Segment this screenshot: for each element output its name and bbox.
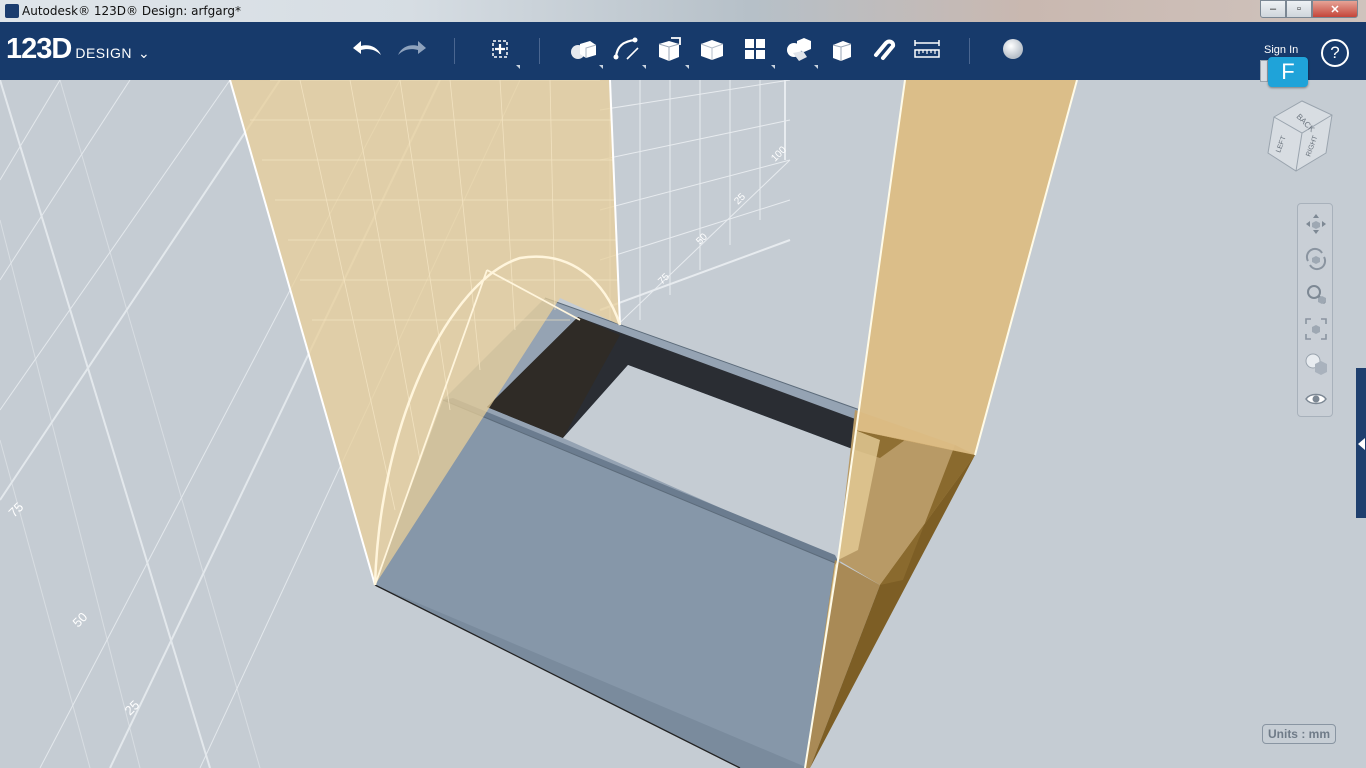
grouping-button[interactable]	[780, 31, 818, 69]
submenu-arrow-icon	[599, 65, 603, 69]
sketch-button[interactable]	[608, 31, 646, 69]
orbit-icon[interactable]	[1302, 245, 1330, 273]
units-indicator[interactable]: Units : mm	[1262, 724, 1336, 744]
app-menu-button[interactable]: 123D DESIGN ⌄	[6, 33, 150, 66]
chevron-down-icon: ⌄	[138, 45, 150, 61]
undo-arrow-icon	[353, 41, 381, 55]
material-button[interactable]	[995, 31, 1031, 67]
grid-label: 50	[70, 609, 91, 630]
close-button[interactable]: ✕	[1312, 0, 1358, 18]
window-title: Autodesk® 123D® Design: arfgarg*	[22, 4, 241, 18]
pattern-grid-icon	[745, 39, 765, 59]
submenu-arrow-icon	[642, 65, 646, 69]
pattern-button[interactable]	[737, 31, 775, 69]
ruler-icon	[914, 40, 940, 58]
primitive-shapes-icon	[571, 41, 597, 59]
combine-button[interactable]	[823, 31, 859, 67]
construct-button[interactable]	[651, 31, 689, 69]
submenu-arrow-icon	[814, 65, 818, 69]
modify-cube-icon	[700, 40, 724, 60]
redo-arrow-icon	[398, 41, 426, 55]
measure-button[interactable]	[909, 31, 945, 67]
sketch-curve-icon	[613, 37, 639, 60]
view-cube[interactable]: BACK LEFT RIGHT	[1266, 95, 1338, 177]
toolbar-separator	[969, 38, 970, 64]
snap-button[interactable]	[866, 31, 902, 67]
fusion-tab	[1260, 60, 1268, 82]
combine-icon	[832, 41, 852, 61]
minimize-button[interactable]: ‒	[1260, 0, 1286, 18]
grid-label: 75	[6, 499, 27, 520]
grid-label: 25	[122, 697, 143, 718]
logo-word: DESIGN	[75, 45, 133, 61]
app-icon	[5, 4, 19, 18]
visibility-shading-icon[interactable]	[1302, 350, 1330, 378]
submenu-arrow-icon	[516, 65, 520, 69]
eye-icon[interactable]	[1302, 385, 1330, 413]
snap-magnet-icon	[874, 39, 896, 60]
logo-number: 123D	[6, 33, 72, 65]
help-button[interactable]: ?	[1321, 39, 1349, 67]
primitives-button[interactable]	[565, 31, 603, 69]
zoom-icon[interactable]	[1302, 280, 1330, 308]
fusion-badge[interactable]: F	[1268, 57, 1308, 87]
scene-canvas[interactable]: 75 50 25 75 50 25 100	[0, 80, 1366, 768]
submenu-arrow-icon	[771, 65, 775, 69]
undo-button[interactable]	[350, 31, 386, 67]
grid-label: 50	[694, 231, 710, 247]
maximize-button[interactable]: ▫	[1286, 0, 1312, 18]
fit-icon[interactable]	[1302, 315, 1330, 343]
navigation-bar	[1297, 203, 1333, 417]
sign-in-link[interactable]: Sign In	[1264, 44, 1298, 56]
construct-box-icon	[658, 37, 681, 61]
modify-button[interactable]	[694, 31, 730, 67]
move-cross-icon	[492, 40, 508, 58]
material-sphere-icon	[1003, 39, 1023, 59]
redo-button[interactable]	[393, 31, 429, 67]
grid-label: 25	[732, 191, 748, 207]
toolbar-separator	[454, 38, 455, 64]
main-toolbar: 123D DESIGN ⌄ Sign In ?	[0, 22, 1366, 80]
3d-viewport[interactable]: 75 50 25 75 50 25 100	[0, 80, 1366, 768]
pan-icon[interactable]	[1302, 210, 1330, 238]
toolbar-separator	[539, 38, 540, 64]
grouping-icon	[787, 38, 811, 61]
window-titlebar: Autodesk® 123D® Design: arfgarg* ‒ ▫ ✕	[0, 0, 1366, 22]
chevron-left-icon	[1358, 438, 1365, 450]
submenu-arrow-icon	[685, 65, 689, 69]
transform-button[interactable]	[482, 31, 520, 69]
